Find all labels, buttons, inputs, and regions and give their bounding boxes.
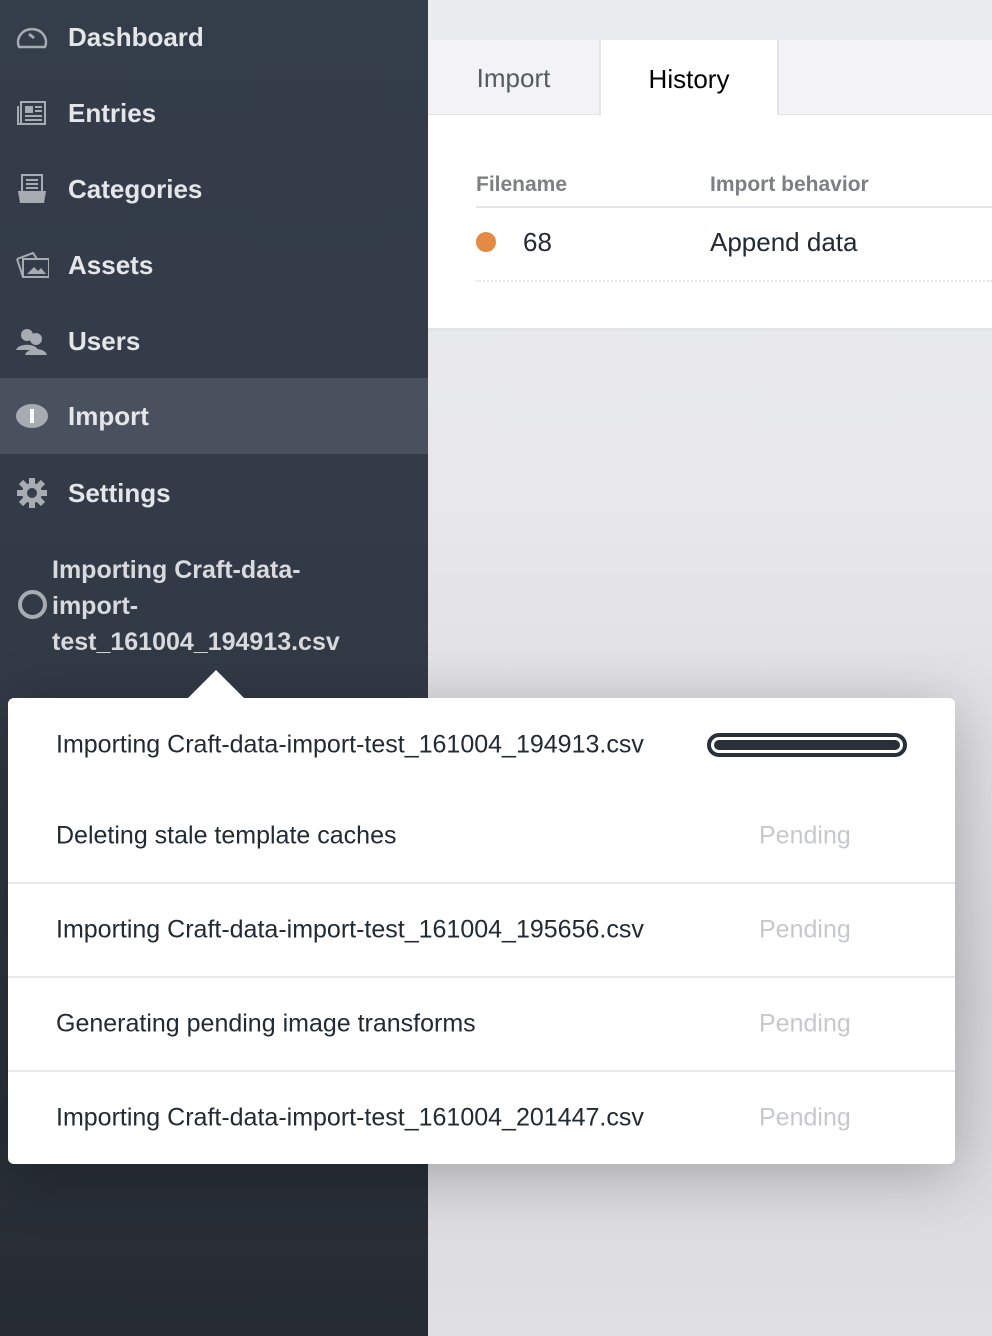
task-row: Deleting stale template caches Pending (56, 821, 851, 850)
tab-history[interactable]: History (599, 40, 779, 118)
task-row: Importing Craft-data-import-test_161004_… (8, 882, 955, 976)
categories-icon (15, 172, 49, 206)
dashboard-icon (15, 20, 49, 54)
behavior-cell: Append data (710, 227, 858, 257)
import-icon (15, 399, 49, 433)
task-row: Importing Craft-data-import-test_161004_… (8, 1070, 955, 1164)
assets-icon (15, 248, 49, 282)
sidebar-item-assets[interactable]: Assets (0, 227, 428, 303)
column-header-import-behavior[interactable]: Import behavior (710, 173, 869, 197)
sidebar-item-entries[interactable]: Entries (0, 75, 428, 151)
progress-bar (707, 733, 907, 757)
row-divider (476, 280, 992, 282)
users-icon (15, 324, 49, 358)
sidebar-item-dashboard[interactable]: Dashboard (0, 0, 428, 75)
gear-icon (15, 476, 49, 510)
task-row: Generating pending image transforms Pendi… (8, 976, 955, 1070)
status-dot (476, 232, 496, 252)
sidebar-item-settings[interactable]: Settings (0, 455, 428, 531)
header-divider (476, 206, 992, 208)
task-popup: Importing Craft-data-import-test_161004_… (8, 670, 955, 1164)
column-header-filename[interactable]: Filename (476, 173, 567, 197)
job-status-link[interactable]: Importing Craft-data-import-test_161004_… (52, 552, 382, 660)
sidebar-item-categories[interactable]: Categories (0, 151, 428, 227)
progress-spinner-icon (18, 590, 47, 619)
tab-bar: Import History (428, 40, 992, 118)
sidebar-item-users[interactable]: Users (0, 303, 428, 379)
status-label: Pending (759, 1103, 851, 1132)
entries-icon (15, 96, 49, 130)
task-row: Importing Craft-data-import-test_161004_… (8, 698, 955, 792)
popup-arrow (188, 670, 244, 698)
status-label: Pending (759, 821, 851, 850)
status-label: Pending (759, 1009, 851, 1038)
filename-cell[interactable]: 68 (523, 227, 552, 258)
history-table: Filename Import behavior 68 Append data (428, 115, 992, 331)
tab-import[interactable]: Import (428, 40, 599, 116)
sidebar-item-import[interactable]: Import (0, 378, 428, 454)
status-label: Pending (759, 915, 851, 944)
